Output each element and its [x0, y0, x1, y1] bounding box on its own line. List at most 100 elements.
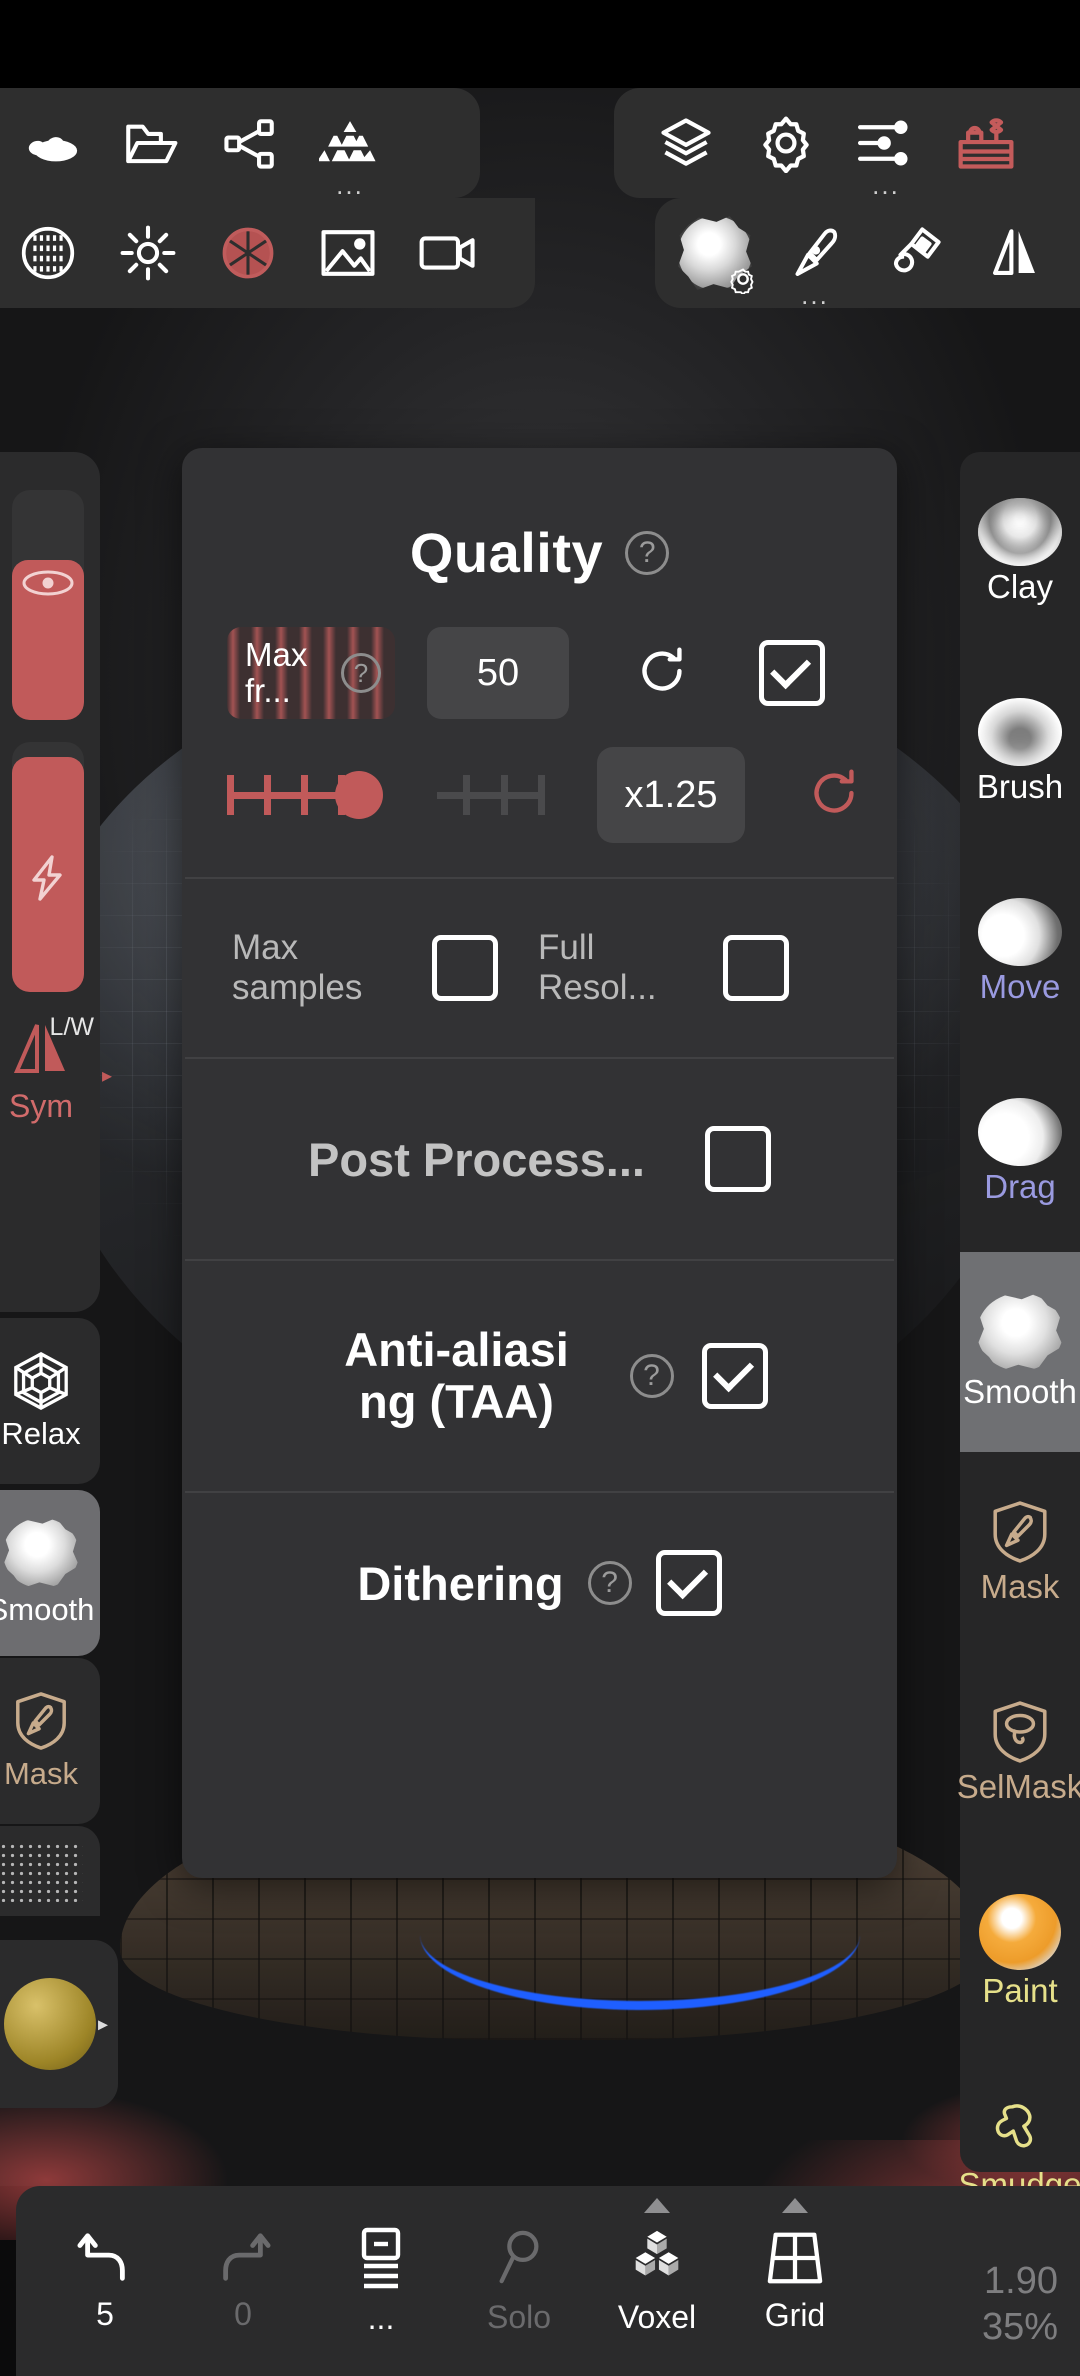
quality-help-icon[interactable]: ? [625, 530, 670, 575]
rail-item-smooth-label: Smooth [963, 1373, 1077, 1410]
symmetry-label: Sym [9, 1088, 73, 1124]
layers-icon[interactable] [636, 88, 736, 198]
grid-button[interactable]: Grid [726, 2186, 864, 2376]
rail-item-move[interactable]: Move [960, 852, 1080, 1052]
post-process-checkbox[interactable] [705, 1126, 771, 1192]
scale-track-empty [437, 792, 545, 799]
sliders-icon[interactable]: ... [836, 88, 936, 198]
resolution-scale-reset-icon[interactable] [803, 762, 865, 829]
dithering-help-icon[interactable]: ? [587, 1561, 632, 1605]
undo-arrow-icon [77, 2232, 125, 2281]
folder-open-icon[interactable] [100, 88, 200, 198]
max-frames-reset-icon[interactable] [631, 640, 693, 707]
anti-aliasing-row[interactable]: Anti-aliasi ng (TAA) ? [182, 1261, 897, 1491]
max-samples-checkbox[interactable] [432, 935, 498, 1001]
symmetry-expand-arrow[interactable]: ▸ [102, 1063, 112, 1088]
max-frames-label-chip[interactable]: Max fr... ? [227, 627, 395, 719]
max-frames-value[interactable]: 50 [427, 627, 569, 719]
rail-item-clay[interactable]: Clay [960, 452, 1080, 652]
sun-icon[interactable] [98, 198, 198, 308]
left-tool-smooth[interactable]: Smooth [0, 1490, 100, 1656]
top-toolbar-row2-left [0, 198, 535, 308]
full-resolution-checkbox[interactable] [723, 935, 789, 1001]
symmetry-axis-label[interactable]: L/W [50, 1013, 94, 1042]
dithering-row[interactable]: Dithering ? [182, 1493, 897, 1673]
paint-roller-icon[interactable] [865, 198, 965, 308]
redo-button[interactable]: 0 [174, 2186, 312, 2376]
max-samples-label: Max samples [232, 928, 363, 1007]
stack-more-ellipsis[interactable]: ... [336, 172, 364, 198]
left-tool-mask[interactable]: Mask [0, 1658, 100, 1824]
aperture-icon[interactable] [198, 198, 298, 308]
anti-aliasing-checkbox[interactable] [701, 1343, 768, 1409]
rail-item-drag[interactable]: Drag [960, 1052, 1080, 1252]
layers-more-ellipsis[interactable]: ... [368, 2300, 395, 2337]
left-tool-smooth-label: Smooth [0, 1592, 95, 1627]
zoom-distance: 1.90 [984, 2260, 1058, 2302]
resolution-scale-row: x1.25 [182, 719, 897, 877]
paintbrush-more-ellipsis[interactable]: ... [801, 282, 829, 308]
smooth-brush-sphere-icon[interactable] [665, 198, 765, 308]
max-frames-checkbox[interactable] [759, 640, 825, 706]
left-brush-panel: L/W ▸ Sym [0, 452, 112, 1312]
layers-list-button[interactable]: ... [312, 2186, 450, 2376]
image-icon[interactable] [298, 198, 398, 308]
scale-slider-thumb[interactable] [335, 771, 383, 819]
max-frames-help-icon[interactable]: ? [341, 653, 381, 693]
voxel-expand-caret[interactable] [644, 2198, 670, 2213]
symmetry-mirror-icon[interactable] [965, 198, 1065, 308]
rail-item-paint[interactable]: Paint [960, 1852, 1080, 2052]
symmetry-toggle[interactable]: L/W ▸ Sym [0, 1013, 112, 1125]
rail-item-drag-label: Drag [984, 1168, 1056, 1205]
post-process-row[interactable]: Post Process... [182, 1059, 897, 1259]
paint-sphere-icon [979, 1894, 1061, 1970]
brush-sphere-icon [978, 698, 1062, 766]
rail-item-selmask[interactable]: SelMask [957, 1652, 1080, 1852]
max-samples-cell[interactable]: Max samples [232, 928, 498, 1008]
rail-item-smooth[interactable]: Smooth [960, 1252, 1080, 1452]
grid-label: Grid [764, 2296, 826, 2333]
rail-item-brush-label: Brush [976, 768, 1064, 805]
brush-intensity-slider[interactable] [12, 742, 84, 992]
toolbox-icon[interactable] [936, 88, 1036, 198]
sliders-more-ellipsis[interactable]: ... [872, 172, 900, 198]
anti-aliasing-label: Anti-aliasi ng (TAA) [344, 1323, 569, 1428]
scale-tick [501, 775, 508, 815]
rail-item-brush[interactable]: Brush [960, 652, 1080, 852]
rail-item-mask-label: Mask [980, 1568, 1060, 1605]
grid-icon [767, 2232, 823, 2283]
video-camera-icon[interactable] [398, 198, 498, 308]
status-bar [0, 0, 1080, 88]
material-ball-icon [4, 1978, 96, 2070]
clay-ball-icon[interactable] [0, 88, 100, 198]
left-tool-mask-label: Mask [3, 1756, 79, 1791]
resolution-scale-value[interactable]: x1.25 [597, 747, 745, 843]
anti-aliasing-help-icon[interactable]: ? [629, 1354, 674, 1398]
material-swatch[interactable]: ▸ [0, 1940, 118, 2108]
solo-button[interactable]: Solo [450, 2186, 588, 2376]
stack-blocks-icon[interactable]: ... [300, 88, 400, 198]
gear-icon[interactable] [736, 88, 836, 198]
full-resolution-cell[interactable]: Full Resol... [538, 928, 789, 1008]
zoom-readout: 1.90 35% [982, 2258, 1058, 2350]
rail-item-clay-label: Clay [986, 568, 1054, 605]
scale-tick [301, 775, 308, 815]
matcap-sphere-icon[interactable] [0, 198, 98, 308]
rail-item-mask[interactable]: Mask [960, 1452, 1080, 1652]
brush-radius-slider[interactable] [12, 490, 84, 720]
resolution-scale-slider[interactable] [227, 765, 545, 825]
left-tool-selmask-partial[interactable] [0, 1826, 100, 1916]
scale-track-filled [227, 792, 347, 799]
mask-shield-icon [993, 1501, 1047, 1563]
share-nodes-icon[interactable] [200, 88, 300, 198]
undo-button[interactable]: 5 [36, 2186, 174, 2376]
material-expand-caret[interactable]: ▸ [98, 2012, 108, 2037]
dithering-checkbox[interactable] [655, 1550, 722, 1616]
paintbrush-icon[interactable]: ... [765, 198, 865, 308]
voxel-label: Voxel [617, 2298, 697, 2335]
grid-expand-caret[interactable] [782, 2198, 808, 2213]
drag-sphere-icon [978, 1098, 1062, 1166]
dithering-label: Dithering [357, 1556, 564, 1610]
voxel-button[interactable]: Voxel [588, 2186, 726, 2376]
left-tool-relax[interactable]: Relax [0, 1318, 100, 1484]
